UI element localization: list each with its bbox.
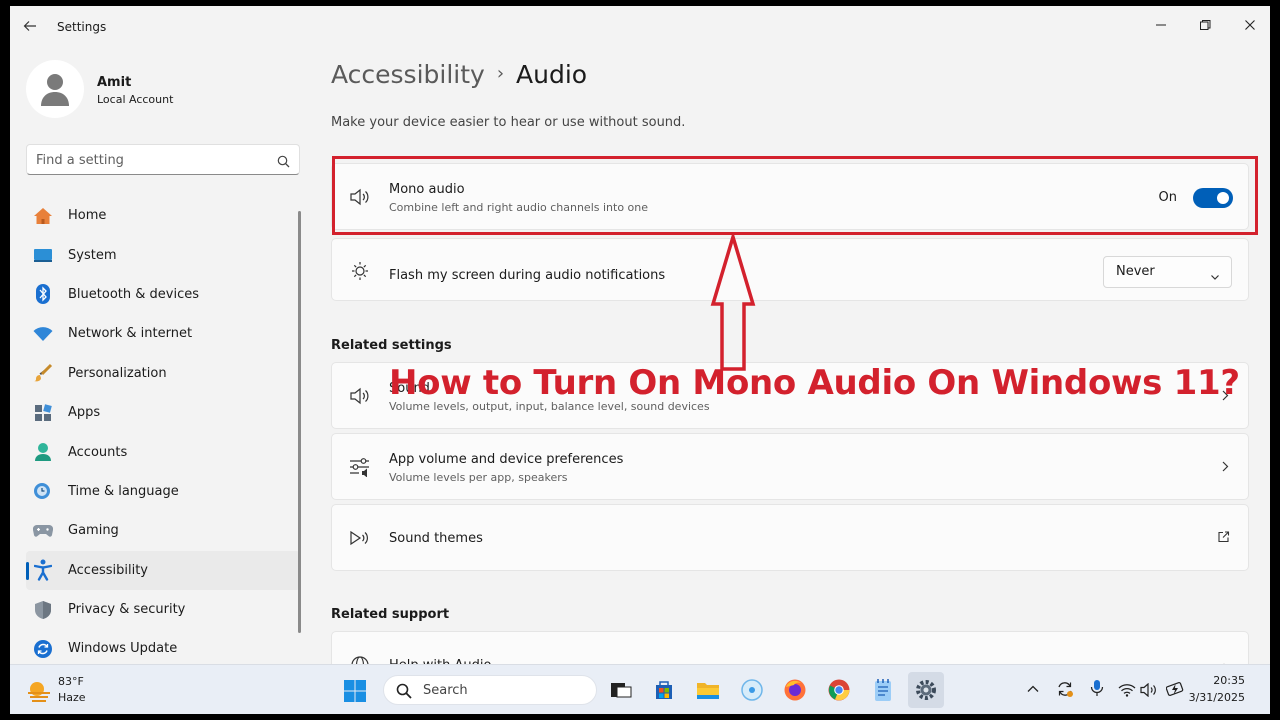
sidebar-item-time-language[interactable]: Time & language bbox=[26, 472, 300, 511]
apps-icon bbox=[33, 403, 53, 423]
sidebar-item-system[interactable]: System bbox=[26, 235, 300, 274]
clock-date[interactable]: 3/31/2025 bbox=[1189, 691, 1245, 704]
gamepad-icon bbox=[33, 521, 53, 541]
mono-audio-description: Combine left and right audio channels in… bbox=[389, 201, 649, 214]
breadcrumb: Accessibility › Audio bbox=[331, 60, 587, 89]
sync-icon[interactable] bbox=[1056, 680, 1074, 702]
settings-window: Settings Amit Local Account Home bbox=[10, 6, 1270, 714]
speaker-icon bbox=[349, 385, 371, 407]
related-sound-card[interactable]: Sound Volume levels, output, input, bala… bbox=[331, 362, 1249, 429]
sidebar-item-apps[interactable]: Apps bbox=[26, 393, 300, 432]
sidebar-item-network[interactable]: Network & internet bbox=[26, 314, 300, 353]
file-explorer-icon[interactable] bbox=[694, 676, 722, 704]
app-volume-card[interactable]: App volume and device preferences Volume… bbox=[331, 433, 1249, 500]
maximize-button[interactable] bbox=[1188, 12, 1222, 38]
clock-globe-icon bbox=[33, 481, 53, 501]
app-volume-description: Volume levels per app, speakers bbox=[389, 471, 568, 484]
dropdown-value: Never bbox=[1116, 264, 1155, 279]
settings-search[interactable] bbox=[26, 144, 300, 175]
search-icon bbox=[277, 153, 290, 172]
sound-title: Sound bbox=[389, 381, 430, 396]
close-button[interactable] bbox=[1233, 12, 1267, 38]
sidebar-item-windows-update[interactable]: Windows Update bbox=[26, 629, 300, 668]
mixer-icon bbox=[349, 456, 371, 478]
page-subtitle: Make your device easier to hear or use w… bbox=[331, 115, 686, 130]
brush-icon bbox=[33, 363, 53, 383]
mono-audio-toggle[interactable] bbox=[1193, 188, 1233, 208]
breadcrumb-separator-icon: › bbox=[496, 63, 505, 84]
speaker-icon bbox=[349, 186, 371, 208]
related-settings-heading: Related settings bbox=[331, 338, 452, 353]
sidebar-item-accessibility[interactable]: Accessibility bbox=[26, 550, 300, 590]
clock-time[interactable]: 20:35 bbox=[1213, 674, 1245, 687]
taskbar: 83°F Haze Search 20:35 3/31/2025 bbox=[10, 664, 1270, 714]
settings-app-icon[interactable] bbox=[908, 672, 944, 708]
avatar bbox=[26, 60, 84, 118]
weather-description: Haze bbox=[58, 691, 86, 704]
windows-start-icon[interactable] bbox=[343, 679, 367, 707]
search-icon bbox=[396, 683, 412, 703]
weather-temperature: 83°F bbox=[58, 675, 84, 688]
firefox-icon[interactable] bbox=[781, 676, 809, 704]
accounts-icon bbox=[33, 442, 53, 462]
profile-account-type: Local Account bbox=[97, 93, 174, 106]
chevron-up-icon[interactable] bbox=[1026, 681, 1040, 700]
sound-themes-card[interactable]: Sound themes bbox=[331, 504, 1249, 571]
accessibility-icon bbox=[33, 559, 53, 581]
microphone-icon[interactable] bbox=[1090, 679, 1104, 701]
mono-audio-card: Mono audio Combine left and right audio … bbox=[331, 163, 1249, 230]
system-icon bbox=[33, 245, 53, 265]
taskbar-search[interactable]: Search bbox=[383, 675, 597, 705]
back-arrow-icon[interactable] bbox=[22, 18, 40, 36]
chrome-icon[interactable] bbox=[825, 676, 853, 704]
wifi-icon bbox=[33, 324, 53, 344]
search-input[interactable] bbox=[36, 151, 266, 169]
cortana-icon[interactable] bbox=[738, 676, 766, 704]
mono-audio-title: Mono audio bbox=[389, 182, 465, 197]
sound-description: Volume levels, output, input, balance le… bbox=[389, 400, 710, 413]
page-title: Audio bbox=[516, 60, 588, 89]
sidebar-scrollbar[interactable] bbox=[298, 211, 301, 633]
chevron-right-icon bbox=[1220, 457, 1230, 476]
task-view-icon[interactable] bbox=[607, 676, 635, 704]
minimize-button[interactable] bbox=[1144, 12, 1178, 38]
title-bar: Settings bbox=[10, 6, 1270, 46]
related-support-heading: Related support bbox=[331, 607, 450, 622]
store-icon[interactable] bbox=[650, 676, 678, 704]
app-title: Settings bbox=[57, 20, 107, 34]
taskbar-search-label: Search bbox=[423, 683, 468, 698]
sidebar-item-accounts[interactable]: Accounts bbox=[26, 432, 300, 471]
chevron-down-icon bbox=[1210, 267, 1220, 286]
volume-icon[interactable] bbox=[1140, 682, 1158, 701]
flash-screen-title: Flash my screen during audio notificatio… bbox=[389, 268, 666, 283]
wifi-icon[interactable] bbox=[1118, 682, 1136, 701]
notepad-icon[interactable] bbox=[869, 676, 897, 704]
sidebar-item-privacy[interactable]: Privacy & security bbox=[26, 590, 300, 629]
sidebar-item-bluetooth[interactable]: Bluetooth & devices bbox=[26, 275, 300, 314]
person-icon bbox=[41, 74, 69, 106]
external-link-icon bbox=[1217, 528, 1230, 547]
mono-audio-state: On bbox=[1158, 190, 1177, 205]
chevron-right-icon bbox=[1220, 386, 1230, 405]
flash-screen-card: Flash my screen during audio notificatio… bbox=[331, 238, 1249, 301]
sound-themes-title: Sound themes bbox=[389, 531, 483, 546]
weather-haze-icon[interactable] bbox=[26, 680, 52, 706]
sidebar-nav: Home System Bluetooth & devices Network … bbox=[26, 196, 300, 669]
sidebar-item-personalization[interactable]: Personalization bbox=[26, 354, 300, 393]
update-icon bbox=[33, 639, 53, 659]
home-icon bbox=[33, 206, 53, 226]
sidebar-item-gaming[interactable]: Gaming bbox=[26, 511, 300, 550]
flash-screen-dropdown[interactable]: Never bbox=[1103, 256, 1232, 288]
app-volume-title: App volume and device preferences bbox=[389, 452, 624, 467]
profile-name: Amit bbox=[97, 75, 132, 90]
toggle-knob bbox=[1217, 192, 1229, 204]
shield-icon bbox=[33, 600, 53, 620]
sound-theme-icon bbox=[349, 527, 371, 549]
breadcrumb-parent[interactable]: Accessibility bbox=[331, 60, 485, 89]
bluetooth-icon bbox=[33, 284, 53, 305]
sun-flash-icon bbox=[349, 259, 371, 281]
battery-charging-icon[interactable] bbox=[1165, 681, 1186, 701]
sidebar-item-home[interactable]: Home bbox=[26, 196, 300, 235]
